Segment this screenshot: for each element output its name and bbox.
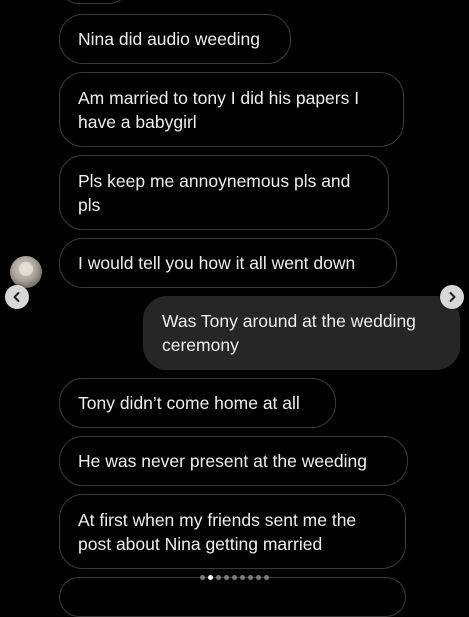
message-text: Was Tony around at the wedding ceremony xyxy=(162,311,416,355)
message-bubble-received: He was never present at the weeding xyxy=(59,436,408,486)
message-bubble-sent: Was Tony around at the wedding ceremony xyxy=(143,296,460,370)
message-bubble-received: Tony didn’t come home at all xyxy=(59,378,336,428)
carousel-dot[interactable] xyxy=(200,575,205,580)
carousel-next-button[interactable] xyxy=(440,285,464,309)
carousel-dot[interactable] xyxy=(208,575,213,580)
carousel-prev-button[interactable] xyxy=(5,285,29,309)
sender-avatar[interactable] xyxy=(10,256,42,288)
message-bubble-received: Pls keep me annoynemous pls and pls xyxy=(59,155,389,230)
message-bubble-partial-top xyxy=(59,0,129,4)
message-bubble-received: At first when my friends sent me the pos… xyxy=(59,494,406,569)
message-text: Pls keep me annoynemous pls and pls xyxy=(78,170,351,215)
chevron-right-icon xyxy=(449,292,456,302)
carousel-dot[interactable] xyxy=(264,575,269,580)
message-text: Tony didn’t come home at all xyxy=(78,393,300,413)
carousel-dot[interactable] xyxy=(224,575,229,580)
chevron-left-icon xyxy=(13,292,20,302)
carousel-dot[interactable] xyxy=(240,575,245,580)
carousel-dot[interactable] xyxy=(256,575,261,580)
message-text: He was never present at the weeding xyxy=(78,451,367,471)
message-bubble-received: Nina did audio weeding xyxy=(59,14,291,64)
carousel-dot[interactable] xyxy=(232,575,237,580)
message-bubble-partial-bottom xyxy=(59,577,406,617)
carousel-dot[interactable] xyxy=(248,575,253,580)
message-bubble-received: Am married to tony I did his papers I ha… xyxy=(59,72,404,147)
message-bubble-received: I would tell you how it all went down xyxy=(59,238,397,288)
carousel-dot[interactable] xyxy=(216,575,221,580)
carousel-pagination xyxy=(0,575,469,580)
message-text: I would tell you how it all went down xyxy=(78,253,356,273)
message-text: Nina did audio weeding xyxy=(78,29,260,49)
message-text: At first when my friends sent me the pos… xyxy=(78,509,357,554)
message-text: Am married to tony I did his papers I ha… xyxy=(78,87,360,132)
